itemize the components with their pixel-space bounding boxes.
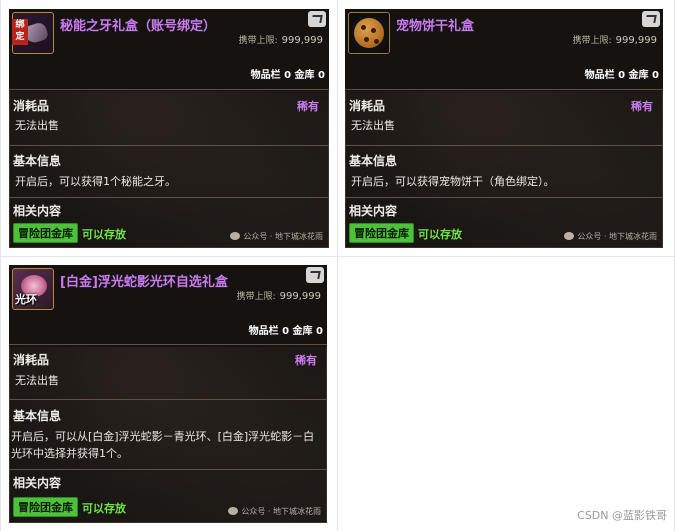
carry-limit: 携带上限: 999,999 xyxy=(238,35,323,46)
watermark: 公众号 · 地下城冰花雨 xyxy=(230,231,323,242)
carry-limit: 携带上限: 999,999 xyxy=(236,291,321,302)
divider xyxy=(9,469,327,470)
rarity-label: 稀有 xyxy=(295,354,317,367)
adventure-warehouse-button[interactable]: 冒险团金库 xyxy=(13,497,78,517)
related-heading: 相关内容 xyxy=(13,476,62,490)
adventure-warehouse-button[interactable]: 冒险团金库 xyxy=(349,223,414,243)
inventory-count: 物品栏 0 金库 0 xyxy=(250,70,325,81)
rarity-label: 稀有 xyxy=(631,100,653,113)
item-title: 宠物饼干礼盒 xyxy=(396,19,475,34)
item-description: 开启后，可以从[白金]浮光蛇影－青光环、[白金]浮光蛇影－白光环中选择并获得1个… xyxy=(11,430,315,460)
item-description: 开启后，可以获得宠物饼干（角色绑定）。 xyxy=(351,175,555,188)
item-tooltip: 光环 [白金]浮光蛇影光环自选礼盒 携带上限: 999,999 物品栏 0 金库 … xyxy=(9,265,327,523)
item-category: 消耗品 xyxy=(13,99,50,113)
item-tooltip: 绑定 秘能之牙礼盒（账号绑定） 携带上限: 999,999 物品栏 0 金库 0 … xyxy=(9,9,329,248)
table-gridline xyxy=(0,256,675,257)
watermark: 公众号 · 地下城冰花雨 xyxy=(228,506,321,517)
item-category: 消耗品 xyxy=(13,353,50,367)
storable-status: 可以存放 xyxy=(82,228,126,241)
item-title: 秘能之牙礼盒（账号绑定） xyxy=(60,19,217,34)
sell-status: 无法出售 xyxy=(15,119,59,132)
inventory-count: 物品栏 0 金库 0 xyxy=(248,326,323,337)
divider xyxy=(9,197,329,198)
aura-ring-icon: 光环 xyxy=(12,268,54,310)
rarity-label: 稀有 xyxy=(297,100,319,113)
divider xyxy=(345,89,663,90)
fang-gem-icon: 绑定 xyxy=(12,12,54,54)
divider xyxy=(9,145,329,146)
item-category: 消耗品 xyxy=(349,99,386,113)
info-heading: 基本信息 xyxy=(13,409,62,423)
sell-status: 无法出售 xyxy=(15,374,59,387)
wechat-icon xyxy=(230,232,241,240)
related-heading: 相关内容 xyxy=(13,204,62,218)
divider xyxy=(345,145,663,146)
table-gridline xyxy=(0,0,1,531)
share-link-icon[interactable] xyxy=(642,11,660,27)
share-link-icon[interactable] xyxy=(306,267,324,283)
wechat-icon xyxy=(564,232,575,240)
item-description: 开启后，可以获得1个秘能之牙。 xyxy=(15,175,176,188)
sell-status: 无法出售 xyxy=(351,119,395,132)
divider xyxy=(9,344,327,345)
item-title: [白金]浮光蛇影光环自选礼盒 xyxy=(60,275,228,290)
divider xyxy=(345,197,663,198)
storable-status: 可以存放 xyxy=(418,228,462,241)
cookie-icon xyxy=(348,12,390,54)
wechat-icon xyxy=(228,507,239,515)
watermark: 公众号 · 地下城冰花雨 xyxy=(564,231,657,242)
adventure-warehouse-button[interactable]: 冒险团金库 xyxy=(13,223,78,243)
item-tooltip: 宠物饼干礼盒 携带上限: 999,999 物品栏 0 金库 0 消耗品 稀有 无法… xyxy=(345,9,663,248)
carry-limit: 携带上限: 999,999 xyxy=(572,35,657,46)
related-heading: 相关内容 xyxy=(349,204,398,218)
divider xyxy=(9,399,327,400)
share-link-icon[interactable] xyxy=(308,11,326,27)
csdn-credit: CSDN @蓝影铁哥 xyxy=(577,509,667,522)
table-gridline xyxy=(337,0,338,531)
info-heading: 基本信息 xyxy=(349,154,398,168)
storable-status: 可以存放 xyxy=(82,502,126,515)
inventory-count: 物品栏 0 金库 0 xyxy=(584,70,659,81)
info-heading: 基本信息 xyxy=(13,154,62,168)
divider xyxy=(9,89,329,90)
